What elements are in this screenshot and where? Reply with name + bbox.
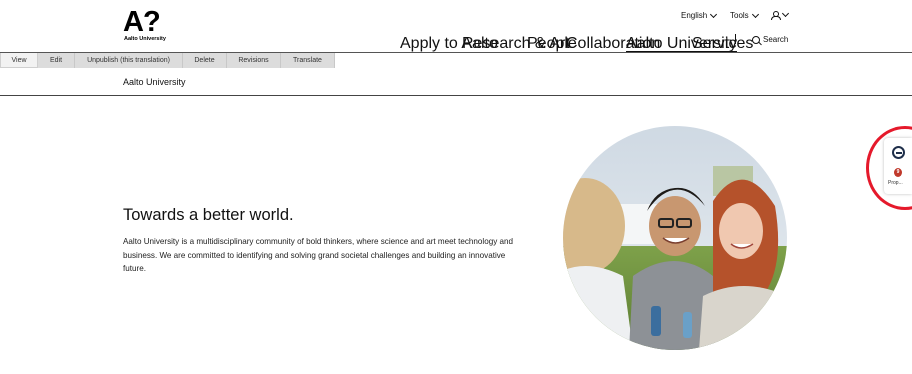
logo-text: Aalto University (124, 36, 166, 42)
tab-unpublish[interactable]: Unpublish (this translation) (75, 53, 183, 68)
tab-translate[interactable]: Translate (281, 53, 335, 68)
floating-widget: 9 Prop... (884, 138, 912, 194)
logo-mark: A? (123, 6, 161, 38)
site-header: A? Aalto University English Tools Apply … (0, 0, 912, 52)
widget-minus-icon[interactable] (892, 146, 905, 159)
page-title-bar: Aalto University (0, 68, 912, 96)
tools-label: Tools (730, 11, 749, 20)
chevron-down-icon (751, 10, 759, 18)
hero-body: Aalto University is a multidisciplinary … (123, 237, 514, 274)
language-selector[interactable]: English (681, 10, 718, 20)
search-label: Search (763, 35, 789, 44)
tools-menu[interactable]: Tools (730, 10, 759, 20)
tab-delete[interactable]: Delete (183, 53, 227, 68)
tab-revisions[interactable]: Revisions (227, 53, 281, 68)
page-title: Aalto University (123, 77, 186, 87)
user-icon (771, 11, 781, 20)
aalto-logo[interactable]: A? Aalto University (123, 6, 166, 44)
search-icon (752, 35, 760, 44)
tab-edit[interactable]: Edit (38, 53, 75, 68)
tab-view[interactable]: View (0, 53, 38, 68)
chevron-down-icon (781, 9, 790, 18)
hero-photo (563, 126, 787, 350)
chevron-down-icon (710, 10, 718, 18)
nav-divider (735, 34, 736, 44)
user-menu[interactable] (771, 9, 790, 20)
language-label: English (681, 11, 708, 20)
hero-heading: Towards a better world. (123, 206, 294, 224)
search-button[interactable]: Search (752, 35, 788, 44)
nav-item-services[interactable]: Services (692, 35, 753, 52)
widget-label: Prop... (888, 180, 903, 186)
admin-tabs: View Edit Unpublish (this translation) D… (0, 52, 912, 68)
students-photo-illustration (563, 126, 787, 350)
widget-badge[interactable]: 9 (894, 168, 902, 177)
